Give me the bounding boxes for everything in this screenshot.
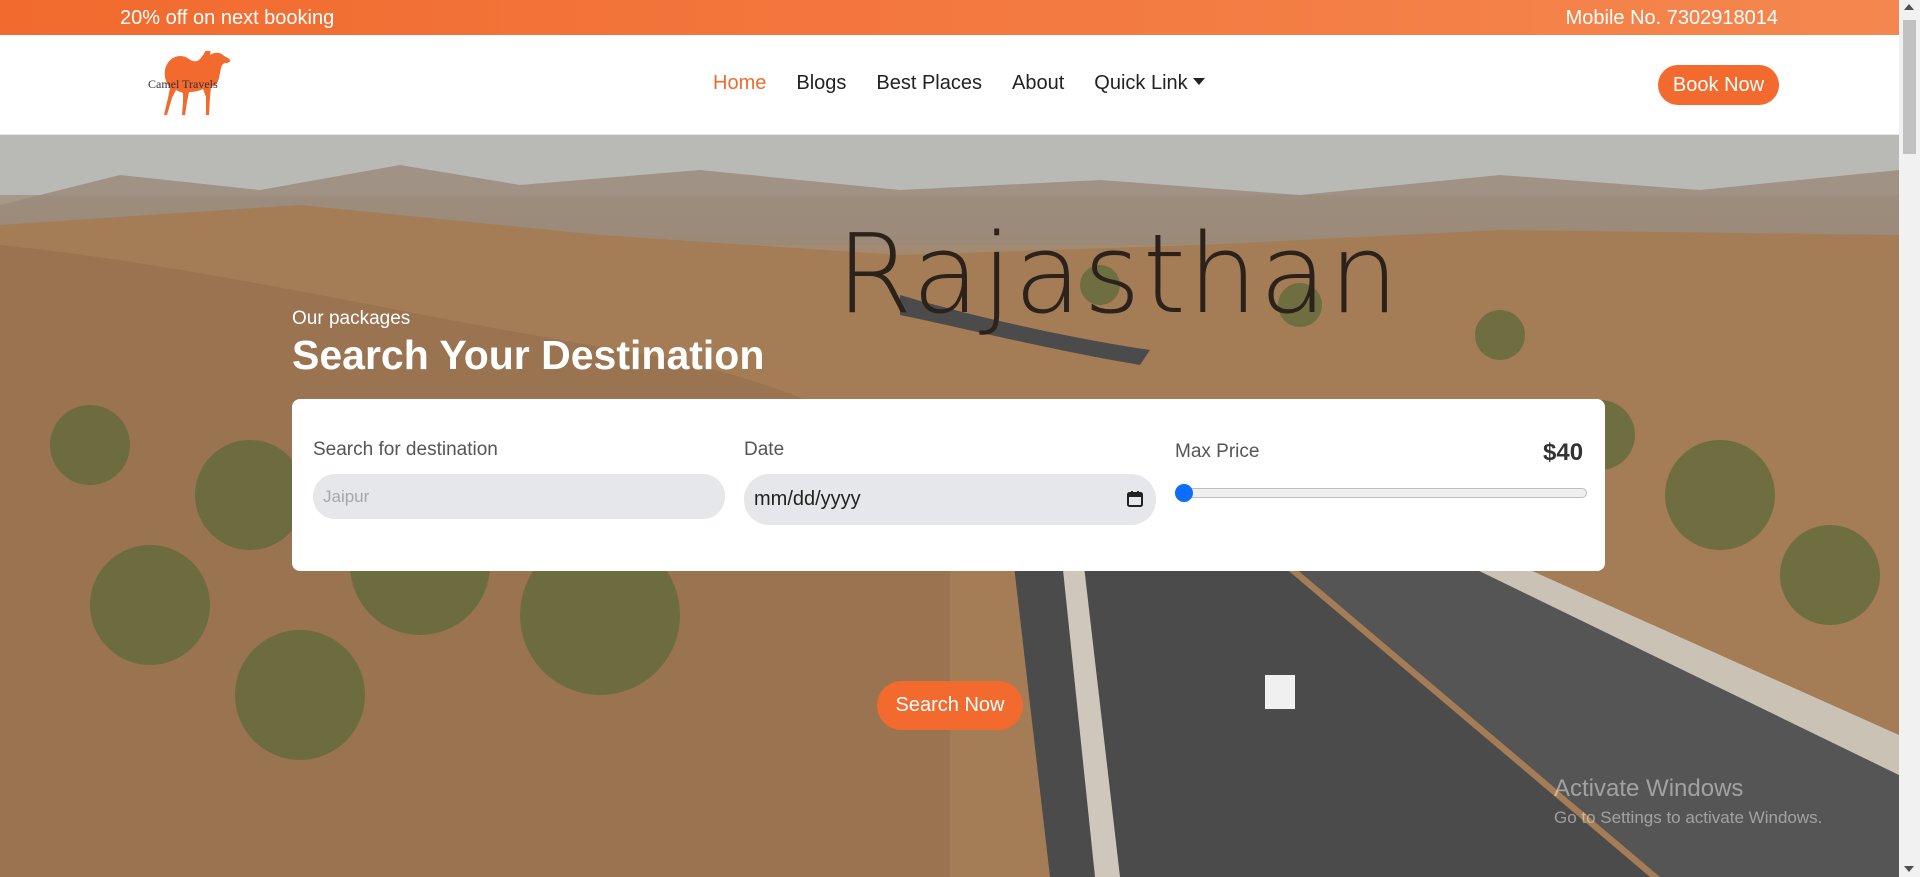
nav-home[interactable]: Home bbox=[713, 72, 766, 95]
nav-about[interactable]: About bbox=[1012, 72, 1064, 95]
scrollbar-thumb[interactable] bbox=[1903, 20, 1916, 154]
price-slider-handle[interactable] bbox=[1175, 484, 1193, 502]
scroll-down-icon[interactable] bbox=[1904, 866, 1914, 872]
caret-down-icon bbox=[1192, 78, 1205, 86]
eyebrow-text: Our packages bbox=[292, 308, 411, 329]
search-form: Search for destination Jaipur Date mm/dd… bbox=[292, 399, 1605, 571]
max-price-value: $40 bbox=[1543, 439, 1584, 466]
activate-windows-title: Activate Windows bbox=[1554, 775, 1744, 802]
nav-quick-link[interactable]: Quick Link bbox=[1094, 72, 1205, 95]
hero-section: Rajasthan Our packages Search Your Desti… bbox=[0, 135, 1899, 877]
nav-best-places[interactable]: Best Places bbox=[876, 72, 982, 95]
nav-quick-link-label: Quick Link bbox=[1094, 72, 1188, 94]
date-input[interactable]: mm/dd/yyyy bbox=[744, 474, 1156, 525]
scroll-up-icon[interactable] bbox=[1904, 4, 1914, 10]
page-scrollbar[interactable] bbox=[1899, 0, 1920, 877]
navbar: Camel Travels Home Blogs Best Places Abo… bbox=[0, 35, 1899, 135]
search-now-button[interactable]: Search Now bbox=[877, 681, 1023, 730]
activate-windows-subtitle: Go to Settings to activate Windows. bbox=[1554, 808, 1823, 827]
promo-text: 20% off on next booking bbox=[120, 7, 335, 29]
mobile-number: Mobile No. 7302918014 bbox=[1565, 7, 1778, 29]
logo-text: Camel Travels bbox=[148, 77, 218, 91]
logo[interactable]: Camel Travels bbox=[140, 46, 232, 117]
hero-title: Rajasthan bbox=[836, 210, 1401, 338]
destination-label: Search for destination bbox=[313, 439, 498, 460]
max-price-label: Max Price bbox=[1175, 441, 1260, 462]
calendar-icon[interactable] bbox=[1126, 490, 1144, 508]
destination-input[interactable]: Jaipur bbox=[313, 474, 725, 519]
nav-blogs[interactable]: Blogs bbox=[796, 72, 846, 95]
date-label: Date bbox=[744, 439, 785, 460]
date-value: mm/dd/yyyy bbox=[754, 488, 861, 510]
main-nav: Home Blogs Best Places About Quick Link bbox=[713, 72, 1205, 95]
book-now-button[interactable]: Book Now bbox=[1658, 65, 1779, 105]
price-slider[interactable] bbox=[1175, 488, 1587, 498]
promo-bar: 20% off on next booking Mobile No. 73029… bbox=[0, 0, 1899, 35]
search-heading: Search Your Destination bbox=[292, 332, 765, 378]
